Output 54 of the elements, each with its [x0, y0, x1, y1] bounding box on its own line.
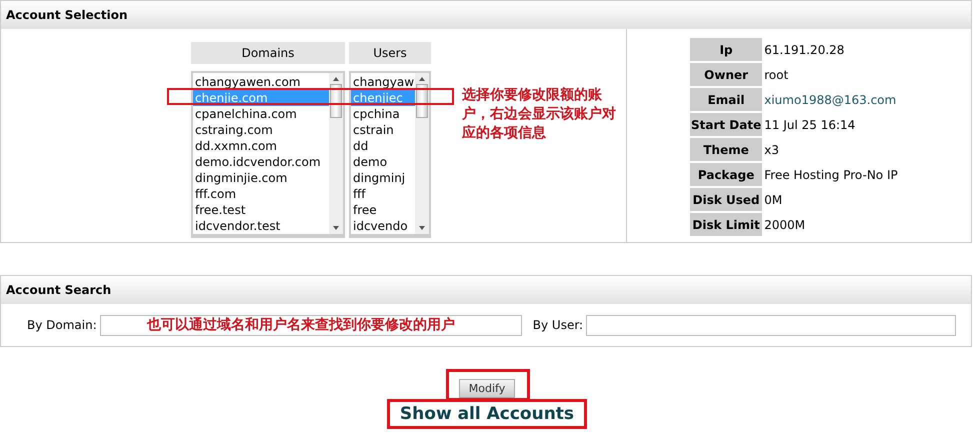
list-option[interactable]: idcvendo — [351, 218, 415, 234]
list-option[interactable]: changyawen.com — [193, 74, 329, 90]
list-option[interactable]: free — [351, 202, 415, 218]
list-option[interactable]: fff.com — [193, 186, 329, 202]
info-label: Disk Used — [690, 188, 762, 211]
up-arrow-icon[interactable] — [418, 76, 426, 82]
info-label: Email — [690, 88, 762, 111]
list-box[interactable]: changyaw chenjiec cpchina cstrain dd demo dingminj fff free idcvendo — [349, 71, 431, 238]
info-value: 2000M — [764, 218, 806, 232]
list-box[interactable]: changyawen.com chenjie.com cpanelchina.com cstraing.com dd.xxmn.com demo.idcvendor.com dingminjie.com fff.com free.test idcvendor.test — [191, 71, 345, 238]
info-label: Disk Limit — [690, 213, 762, 236]
list-option[interactable]: changyaw — [351, 74, 415, 90]
annotation-text: 选择你要修改限额的账户，右边会显示该账户对应的各项信息 — [462, 86, 617, 143]
list-header: Users — [349, 42, 431, 66]
domain-search-field[interactable]: 也可以通过域名和用户名来查找到你要修改的用户 — [100, 314, 522, 336]
info-value: 61.191.20.28 — [764, 42, 844, 56]
list-option[interactable]: fff — [351, 186, 415, 202]
info-label: Owner — [690, 63, 762, 86]
info-label: Theme — [690, 138, 762, 161]
info-value: 11 Jul 25 16:14 — [764, 118, 856, 132]
info-label: Start Date — [690, 113, 762, 136]
up-arrow-icon[interactable] — [332, 76, 340, 82]
down-arrow-icon[interactable] — [332, 225, 340, 231]
down-arrow-icon[interactable] — [418, 225, 426, 231]
list-option[interactable]: idcvendor.test — [193, 218, 329, 234]
list-header: Domains — [191, 42, 345, 66]
list-option[interactable]: dingminj — [351, 170, 415, 186]
scrollbar[interactable] — [415, 73, 429, 234]
list-option[interactable]: dingminjie.com — [193, 170, 329, 186]
user-search-field[interactable] — [586, 314, 956, 336]
list-option[interactable]: free.test — [193, 202, 329, 218]
info-value: x3 — [764, 142, 779, 156]
info-label: Package — [690, 163, 762, 186]
annotation-text: 也可以通过域名和用户名来查找到你要修改的用户 — [146, 316, 455, 334]
field-label: By User: — [532, 318, 584, 332]
list-option[interactable]: cstrain — [351, 122, 415, 138]
section-header: Account Search — [1, 275, 971, 304]
field-label: By Domain: — [27, 318, 97, 332]
info-value: root — [764, 68, 788, 82]
list-option[interactable]: cpanelchina.com — [193, 106, 329, 122]
section-header: Account Selection — [1, 0, 971, 29]
list-option[interactable]: cpchina — [351, 106, 415, 122]
show-all-accounts-link[interactable]: Show all Accounts — [386, 399, 588, 429]
email-link[interactable]: xiumo1988@163.com — [764, 92, 896, 106]
info-label: Ip — [690, 38, 762, 61]
list-option[interactable]: cstraing.com — [193, 122, 329, 138]
list-option[interactable]: demo.idcvendor.com — [193, 154, 329, 170]
list-option[interactable]: dd.xxmn.com — [193, 138, 329, 154]
list-option[interactable]: dd — [351, 138, 415, 154]
scrollbar[interactable] — [329, 73, 343, 234]
info-value: Free Hosting Pro-No IP — [764, 168, 898, 182]
info-value: 0M — [764, 192, 782, 206]
list-option[interactable]: demo — [351, 154, 415, 170]
modify-button[interactable]: Modify — [458, 379, 516, 398]
